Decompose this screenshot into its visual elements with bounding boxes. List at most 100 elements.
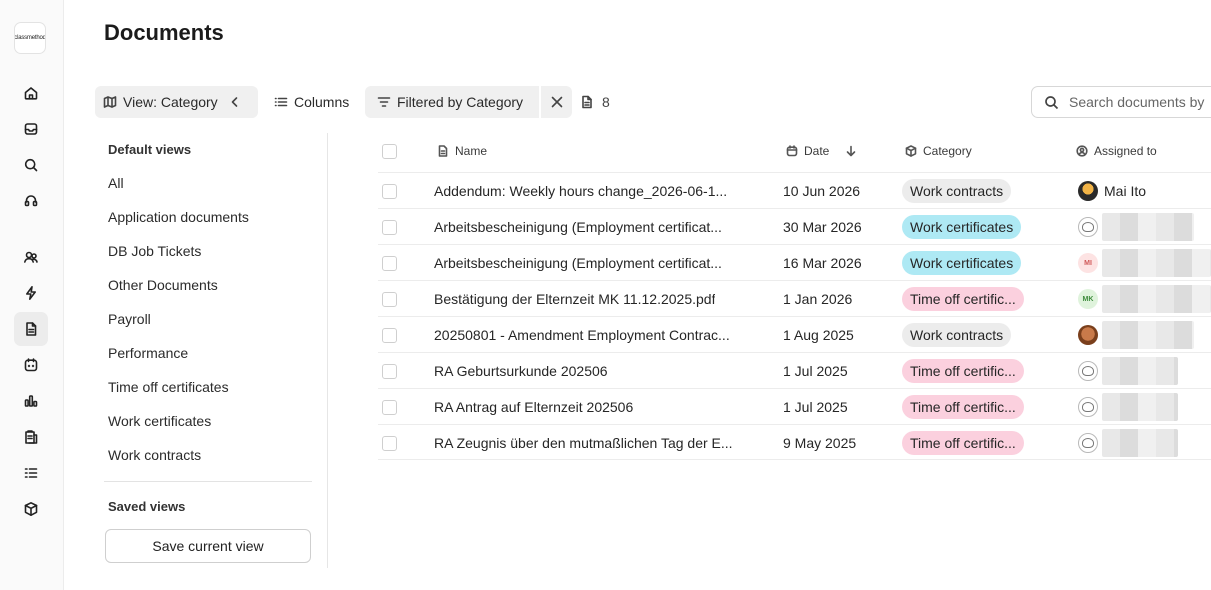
list-icon: [274, 97, 288, 107]
row-checkbox-cell: [382, 245, 397, 281]
home-icon[interactable]: [14, 76, 48, 110]
view-item-other-documents[interactable]: Other Documents: [108, 275, 249, 309]
avatar: MI: [1078, 253, 1098, 273]
assignee-cell: [1078, 389, 1211, 425]
map-icon: [103, 96, 117, 108]
calendar-icon[interactable]: [14, 348, 48, 382]
document-count: 8: [578, 86, 610, 118]
document-name[interactable]: Arbeitsbescheinigung (Employment certifi…: [434, 219, 722, 235]
document-name-cell[interactable]: RA Antrag auf Elternzeit 202506: [434, 389, 754, 425]
document-name[interactable]: RA Antrag auf Elternzeit 202506: [434, 399, 633, 415]
table-row[interactable]: 20250801 - Amendment Employment Contrac.…: [378, 316, 1211, 352]
view-item-time-off-certificates[interactable]: Time off certificates: [108, 377, 249, 411]
documents-table: Name Date Category Assigned to Addendum:…: [378, 134, 1211, 460]
avatar: [1078, 181, 1098, 201]
company-logo[interactable]: classmethod: [14, 22, 46, 54]
view-item-work-certificates[interactable]: Work certificates: [108, 411, 249, 445]
row-checkbox[interactable]: [382, 327, 397, 343]
avatar: [1078, 433, 1098, 453]
document-name-cell[interactable]: Bestätigung der Elternzeit MK 11.12.2025…: [434, 281, 754, 317]
table-body: Addendum: Weekly hours change_2026-06-1.…: [378, 172, 1211, 460]
document-name-cell[interactable]: Arbeitsbescheinigung (Employment certifi…: [434, 245, 754, 281]
document-name[interactable]: Arbeitsbescheinigung (Employment certifi…: [434, 255, 722, 271]
view-item-all[interactable]: All: [108, 173, 249, 207]
document-name[interactable]: RA Zeugnis über den mutmaßlichen Tag der…: [434, 435, 733, 451]
document-icon[interactable]: [14, 312, 48, 346]
view-item-work-contracts[interactable]: Work contracts: [108, 445, 249, 479]
row-checkbox[interactable]: [382, 363, 397, 379]
redacted-assignee-name: [1102, 249, 1211, 277]
table-header: Name Date Category Assigned to: [378, 134, 1211, 172]
cube-icon[interactable]: [14, 492, 48, 526]
table-row[interactable]: RA Geburtsurkunde 202506 1 Jul 2025 Time o…: [378, 352, 1211, 388]
view-selector-button[interactable]: View: Category: [95, 86, 258, 118]
table-row[interactable]: RA Antrag auf Elternzeit 202506 1 Jul 202…: [378, 388, 1211, 424]
column-header-name[interactable]: Name: [437, 144, 487, 158]
document-name-cell[interactable]: Addendum: Weekly hours change_2026-06-1.…: [434, 173, 754, 209]
category-badge: Work certificates: [902, 215, 1022, 239]
filter-icon: [377, 97, 391, 107]
row-checkbox[interactable]: [382, 183, 397, 199]
table-row[interactable]: Arbeitsbescheinigung (Employment certifi…: [378, 244, 1211, 280]
row-checkbox-cell: [382, 425, 397, 461]
headset-icon[interactable]: [14, 184, 48, 218]
document-name[interactable]: RA Geburtsurkunde 202506: [434, 363, 608, 379]
view-item-db-job-tickets[interactable]: DB Job Tickets: [108, 241, 249, 275]
row-checkbox[interactable]: [382, 255, 397, 271]
clear-filter-button[interactable]: [541, 86, 572, 118]
document-name[interactable]: 20250801 - Amendment Employment Contrac.…: [434, 327, 730, 343]
document-name-cell[interactable]: RA Geburtsurkunde 202506: [434, 353, 754, 389]
arrow-down-icon[interactable]: [845, 145, 857, 157]
table-row[interactable]: Arbeitsbescheinigung (Employment certifi…: [378, 208, 1211, 244]
column-header-assigned[interactable]: Assigned to: [1076, 144, 1157, 158]
inbox-icon[interactable]: [14, 112, 48, 146]
avatar: [1078, 325, 1098, 345]
category-cell: Time off certific...: [902, 389, 1024, 425]
row-checkbox[interactable]: [382, 435, 397, 451]
calendar-icon: [786, 145, 798, 157]
category-cell: Work certificates: [902, 209, 1022, 245]
document-name[interactable]: Bestätigung der Elternzeit MK 11.12.2025…: [434, 291, 715, 307]
document-name-cell[interactable]: Arbeitsbescheinigung (Employment certifi…: [434, 209, 754, 245]
document-date: 1 Jul 2025: [783, 363, 848, 379]
document-name-cell[interactable]: RA Zeugnis über den mutmaßlichen Tag der…: [434, 425, 754, 461]
redacted-assignee-name: [1102, 393, 1178, 421]
view-selector-label: View: Category: [123, 94, 218, 110]
lightning-icon[interactable]: [14, 276, 48, 310]
clipboard-icon[interactable]: [14, 420, 48, 454]
document-name-cell[interactable]: 20250801 - Amendment Employment Contrac.…: [434, 317, 754, 353]
table-row[interactable]: Bestätigung der Elternzeit MK 11.12.2025…: [378, 280, 1211, 316]
assignee-cell: [1078, 209, 1211, 245]
document-date: 1 Aug 2025: [783, 327, 854, 343]
category-badge: Work contracts: [902, 179, 1012, 203]
table-row[interactable]: RA Zeugnis über den mutmaßlichen Tag der…: [378, 424, 1211, 460]
chevron-left-icon[interactable]: [228, 95, 242, 109]
column-header-date-label: Date: [804, 144, 830, 158]
checklist-icon[interactable]: [14, 456, 48, 490]
category-badge: Time off certific...: [902, 359, 1024, 383]
search-input[interactable]: [1069, 94, 1211, 110]
chart-icon[interactable]: [14, 384, 48, 418]
column-header-category[interactable]: Category: [905, 144, 972, 158]
redacted-assignee-name: [1102, 429, 1178, 457]
row-checkbox[interactable]: [382, 219, 397, 235]
row-checkbox[interactable]: [382, 291, 397, 307]
view-item-application-documents[interactable]: Application documents: [108, 207, 249, 241]
save-current-view-button[interactable]: Save current view: [105, 529, 311, 563]
filter-button[interactable]: Filtered by Category: [365, 86, 539, 118]
search-icon[interactable]: [14, 148, 48, 182]
table-row[interactable]: Addendum: Weekly hours change_2026-06-1.…: [378, 172, 1211, 208]
columns-button[interactable]: Columns: [268, 86, 349, 118]
category-badge: Work certificates: [902, 251, 1022, 275]
people-icon[interactable]: [14, 240, 48, 274]
document-name[interactable]: Addendum: Weekly hours change_2026-06-1.…: [434, 183, 727, 199]
assignee-cell: [1078, 425, 1211, 461]
row-checkbox[interactable]: [382, 399, 397, 415]
column-header-date[interactable]: Date: [786, 144, 863, 158]
view-item-payroll[interactable]: Payroll: [108, 309, 249, 343]
assignee-cell: Mai Ito: [1078, 173, 1211, 209]
search-box[interactable]: [1031, 86, 1211, 118]
avatar: [1078, 397, 1098, 417]
select-all-checkbox[interactable]: [382, 144, 397, 159]
view-item-performance[interactable]: Performance: [108, 343, 249, 377]
